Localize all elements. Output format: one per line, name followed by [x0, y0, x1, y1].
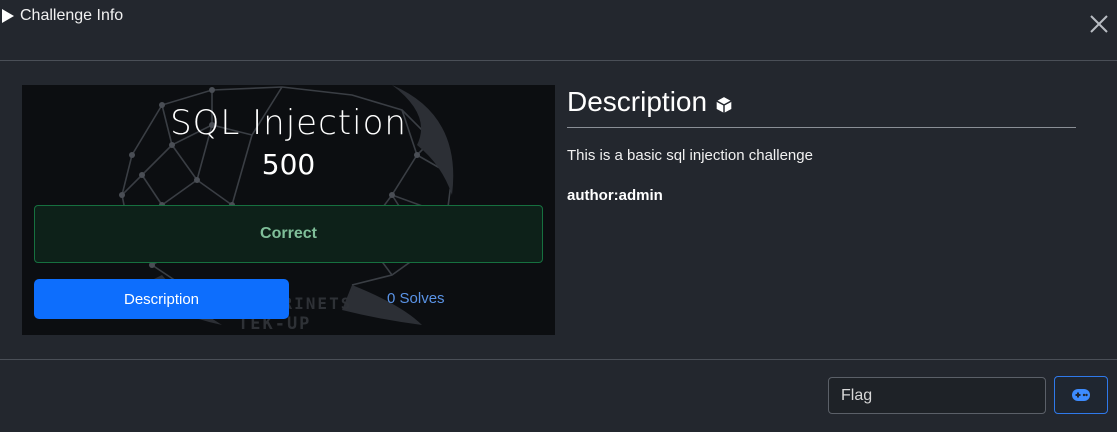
challenge-name: SQL Injection: [170, 103, 407, 143]
description-divider: [567, 127, 1076, 128]
description-text: This is a basic sql injection challenge: [567, 147, 813, 164]
cube-icon: [716, 97, 732, 113]
modal-title: Challenge Info: [2, 7, 123, 25]
description-button-label: Description: [123, 290, 200, 308]
challenge-value: 500: [261, 148, 316, 181]
close-icon: [1090, 15, 1108, 33]
modal-title-text: Challenge Info: [20, 7, 124, 24]
challenge-card: SECURINETS TEK-UP SQL Injection 500 Corr…: [22, 85, 555, 335]
solves-link[interactable]: 0 Solves: [387, 290, 445, 307]
submit-flag-button[interactable]: [1054, 376, 1108, 414]
correct-status-label: Correct: [260, 225, 317, 242]
gamepad-icon: [1072, 389, 1090, 401]
play-icon: [2, 9, 14, 23]
challenge-modal: Challenge Info SECURINETS TEK-UP SQL Inj…: [0, 0, 1117, 432]
description-heading-text: Description: [567, 86, 708, 117]
close-button[interactable]: [1087, 12, 1111, 36]
modal-header: Challenge Info: [0, 0, 1117, 61]
correct-status-box: Correct: [34, 205, 543, 263]
flag-input[interactable]: [828, 377, 1046, 414]
description-author: author:admin: [567, 187, 663, 204]
description-heading: Description: [567, 86, 733, 118]
description-button[interactable]: Description: [34, 279, 289, 319]
